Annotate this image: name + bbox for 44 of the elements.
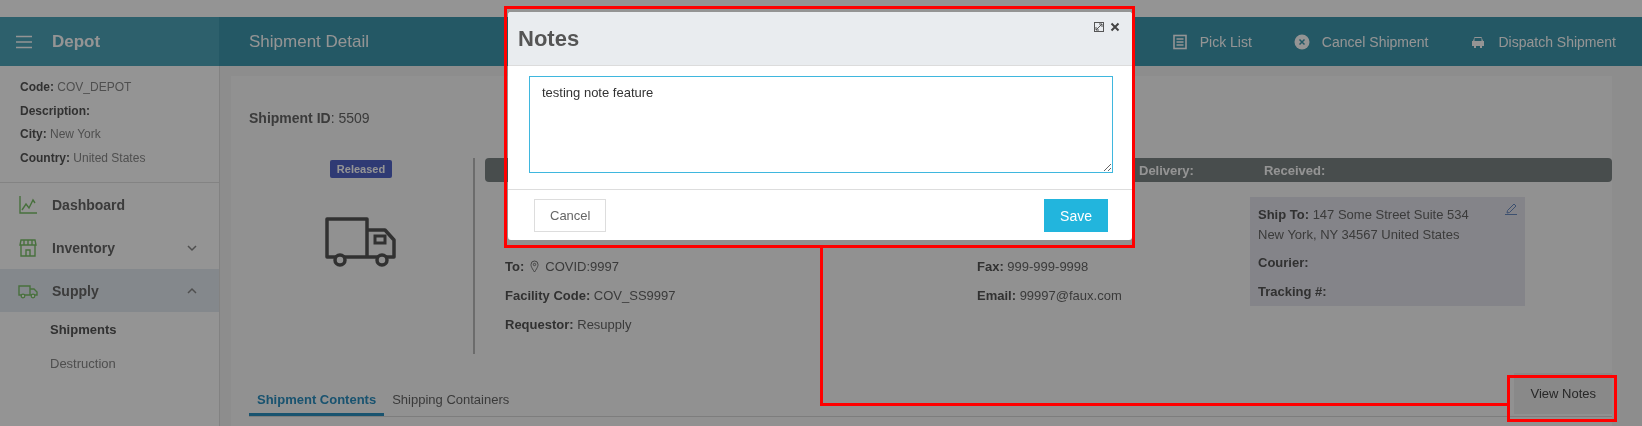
close-icon[interactable]: [1110, 22, 1120, 32]
depot-info-line: Country: United States: [20, 149, 147, 167]
line-chart-icon: [18, 194, 38, 215]
list-icon: [1171, 33, 1188, 50]
expand-icon[interactable]: [1094, 22, 1104, 32]
location-pin-icon: [530, 260, 540, 273]
detail-field: Fax: 999-999-9998: [977, 259, 1250, 274]
courier-label: Courier:: [1258, 255, 1310, 270]
tab[interactable]: Shipment Contents: [249, 388, 385, 416]
sidebar-subitem[interactable]: Destruction: [0, 346, 219, 380]
depot-info-line: City: New York: [20, 126, 102, 143]
field-value: COVID:9997: [545, 259, 619, 274]
cancel-icon: [1293, 33, 1310, 50]
tracking-label: Tracking #:: [1258, 284, 1328, 299]
depot-info-line: Code: COV_DEPOT: [20, 79, 133, 96]
ship-to-address: Ship To: 147 Some Street Suite 534 New York, NY 34567 United States: [1258, 206, 1470, 244]
store-icon: [18, 237, 38, 258]
sidebar-item[interactable]: Supply: [0, 269, 219, 312]
chevron-icon: [187, 285, 197, 296]
cancel-button[interactable]: Cancel: [534, 199, 607, 232]
detail-field: Email: 99997@faux.com: [977, 288, 1250, 303]
sidebar-item[interactable]: Dashboard: [0, 183, 219, 226]
depot-info-line: Description:: [20, 102, 91, 120]
field-label: To:: [505, 259, 525, 274]
status-label: Received:: [1263, 162, 1326, 178]
header-action-button[interactable]: Cancel Shipment: [1277, 17, 1455, 66]
dialog-title: Notes: [518, 25, 581, 52]
chevron-icon: [187, 242, 197, 253]
status-label: Delivery:: [1139, 162, 1194, 178]
note-field[interactable]: testing note feature: [529, 76, 1113, 173]
app-title: Depot: [52, 31, 101, 52]
truck-icon: [325, 216, 397, 268]
detail-field: Facility Code: COV_SS9997: [505, 288, 977, 303]
save-button[interactable]: Save: [1044, 199, 1108, 232]
sidebar-subitem[interactable]: Shipments: [0, 312, 219, 346]
shipment-id: Shipment ID: 5509: [249, 110, 371, 126]
tab[interactable]: Shipping Containers: [384, 388, 518, 416]
detail-field: Requestor: Resupply: [505, 317, 977, 332]
header-action-button[interactable]: Dispatch Shipment: [1454, 17, 1642, 66]
status-badge: Released: [329, 160, 393, 178]
sidebar-item[interactable]: Inventory: [0, 226, 219, 269]
view-notes-button[interactable]: View Notes: [1514, 373, 1612, 414]
header-action-button[interactable]: Pick List: [1155, 17, 1278, 66]
page-title: Shipment Detail: [249, 31, 369, 52]
